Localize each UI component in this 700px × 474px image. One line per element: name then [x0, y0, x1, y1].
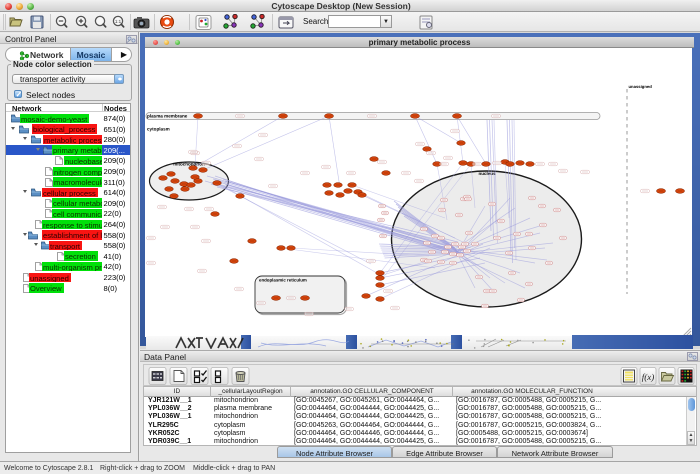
- svg-text:endoplasmic reticulum: endoplasmic reticulum: [259, 278, 307, 283]
- svg-text:cytoplasm: cytoplasm: [147, 127, 170, 132]
- svg-text:f(x): f(x): [642, 372, 655, 382]
- svg-text:unassigned: unassigned: [629, 84, 653, 89]
- svg-text:nucleus: nucleus: [478, 171, 496, 176]
- svg-text:1:1: 1:1: [115, 19, 122, 24]
- svg-text:plasma membrane: plasma membrane: [147, 114, 188, 119]
